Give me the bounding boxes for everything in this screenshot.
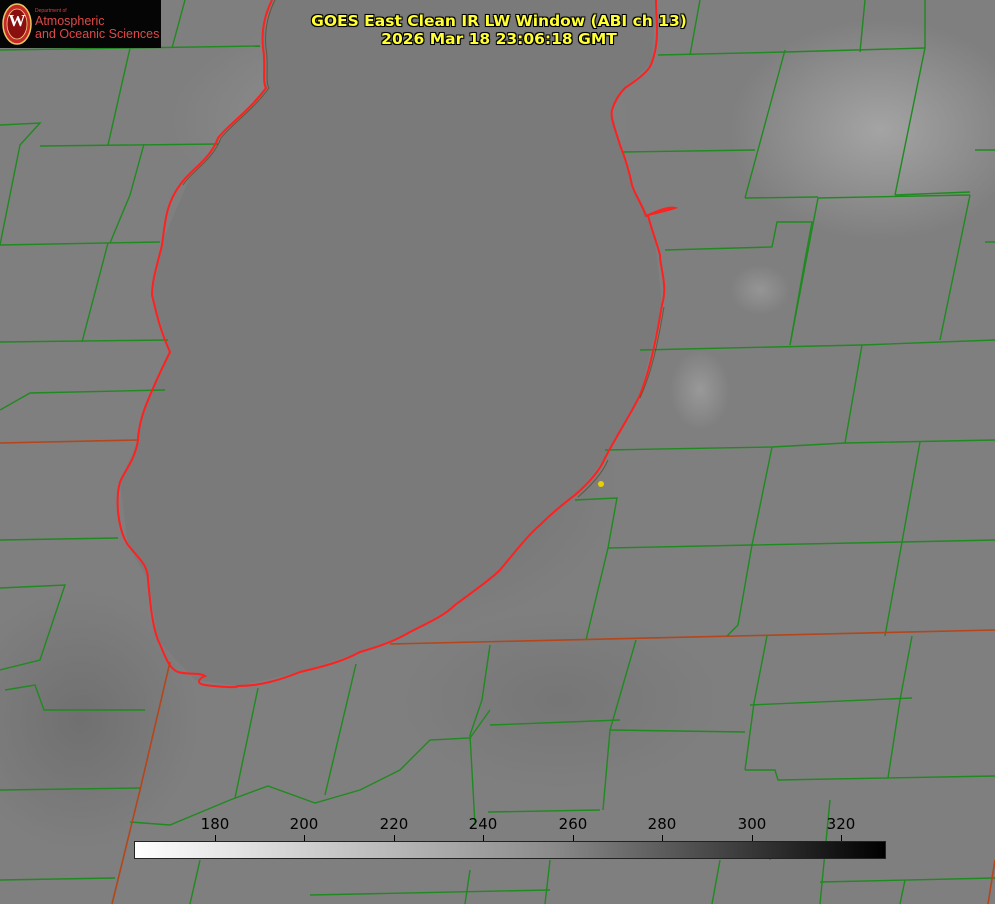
colorbar-gradient [134, 841, 886, 859]
image-title: GOES East Clean IR LW Window (ABI ch 13)… [0, 12, 995, 48]
colorbar-tick-mark [573, 835, 574, 841]
colorbar-tick-mark [394, 835, 395, 841]
colorbar-tick-mark [752, 835, 753, 841]
colorbar-tick-mark [483, 835, 484, 841]
colorbar-tick-mark [662, 835, 663, 841]
colorbar-tick-label: 260 [558, 815, 588, 833]
satellite-map [0, 0, 995, 904]
colorbar-tick-label: 200 [289, 815, 319, 833]
colorbar-tick-mark [841, 835, 842, 841]
colorbar-tick-label: 180 [200, 815, 230, 833]
colorbar-tick-label: 320 [826, 815, 856, 833]
colorbar-tick-mark [215, 835, 216, 841]
colorbar-tick-label: 240 [468, 815, 498, 833]
colorbar-tick-mark [304, 835, 305, 841]
colorbar-tick-label: 220 [379, 815, 409, 833]
title-line-1: GOES East Clean IR LW Window (ABI ch 13) [311, 12, 687, 30]
colorbar-tick-label: 300 [737, 815, 767, 833]
satellite-image-viewer: W Department of Atmospheric and Oceanic … [0, 0, 995, 904]
colorbar-tick-label: 280 [647, 815, 677, 833]
cloud-patch [670, 350, 730, 430]
location-marker [598, 481, 604, 487]
cloud-patch [730, 265, 790, 315]
title-timestamp: 2026 Mar 18 23:06:18 GMT [381, 30, 617, 48]
